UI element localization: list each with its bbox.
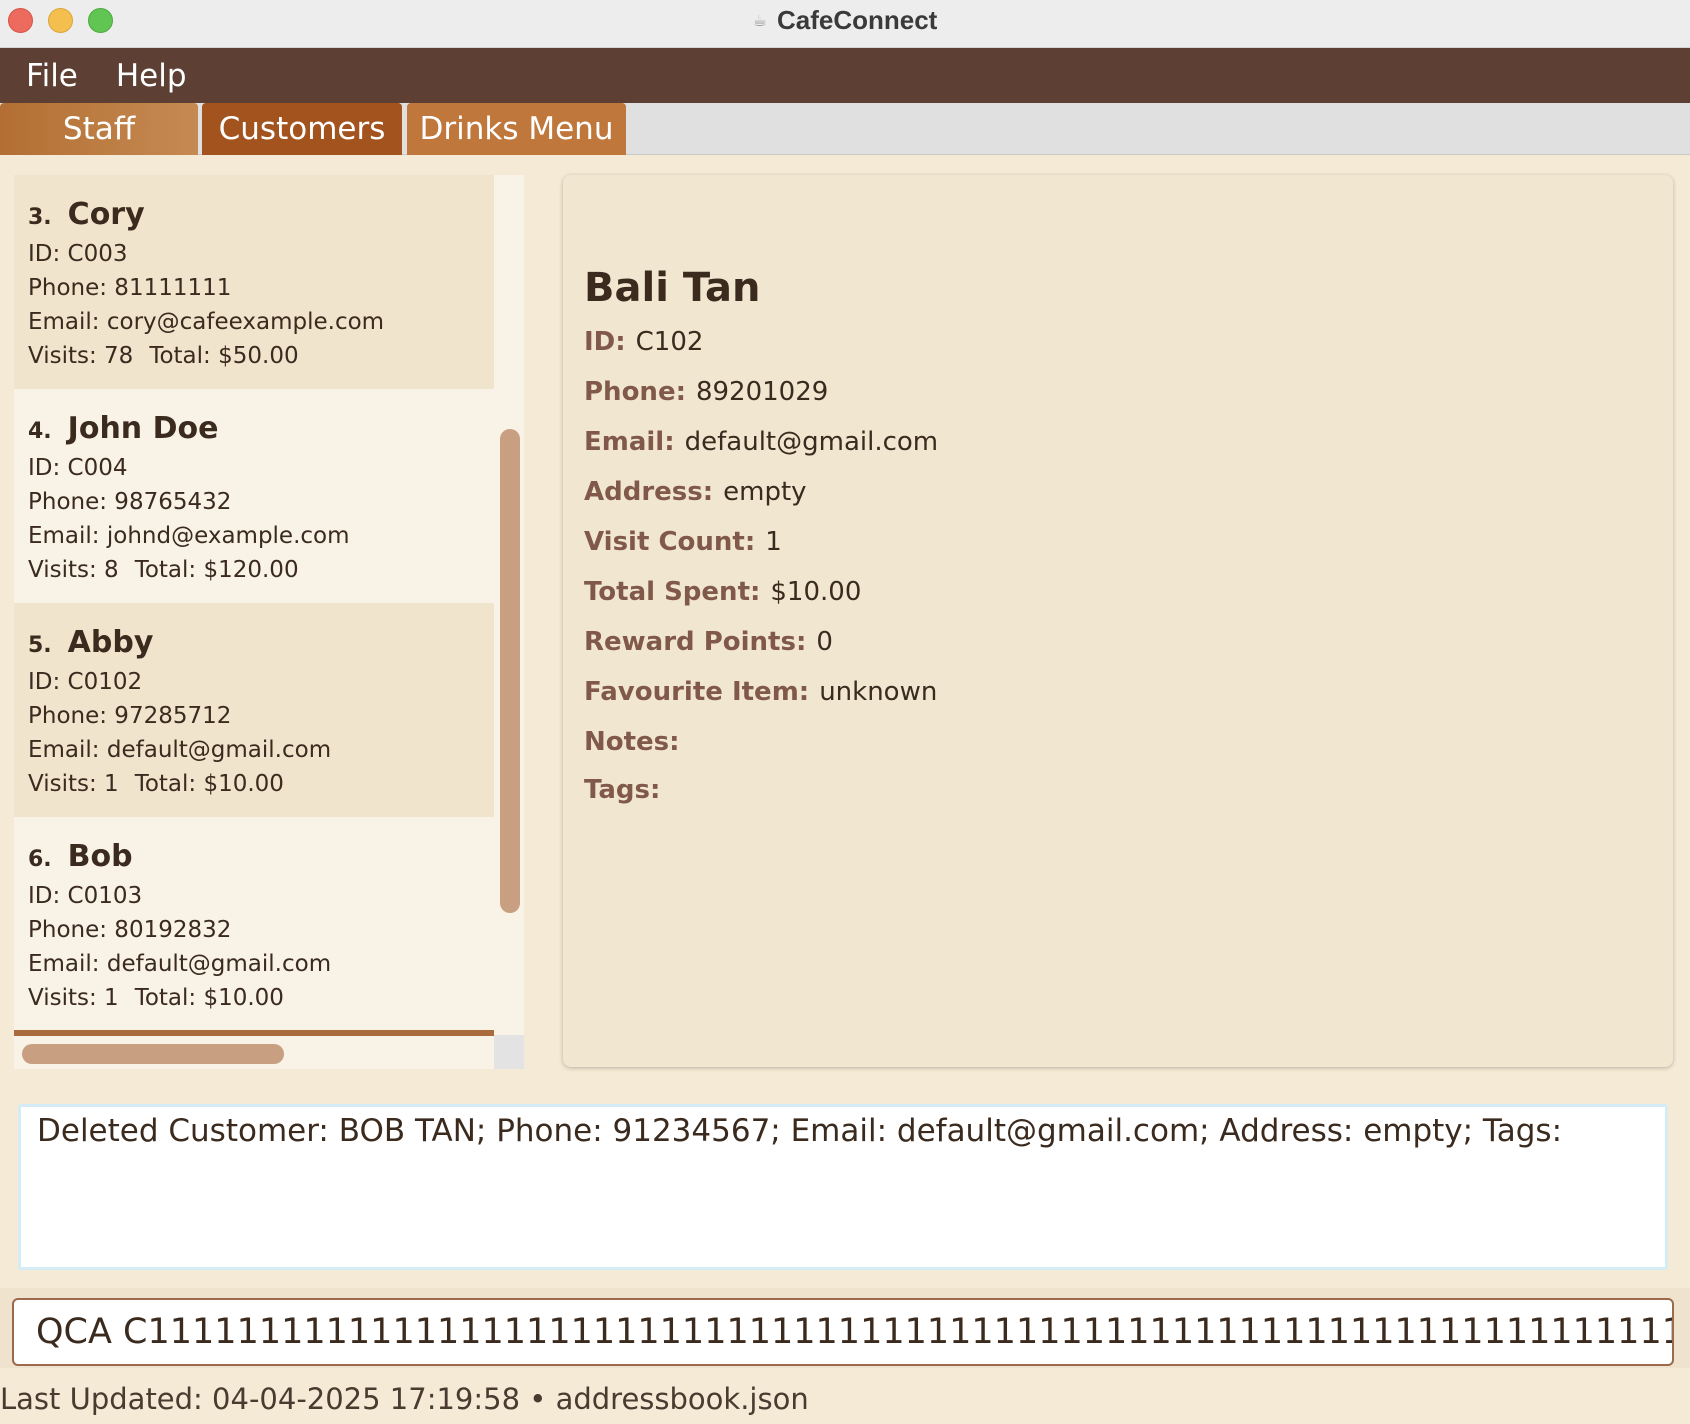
menu-file[interactable]: File [0,58,91,94]
customer-email: Email: cory@cafeexample.com [28,309,385,335]
status-bar: Last Updated: 04-04-2025 17:19:58 • addr… [0,1382,809,1416]
customer-email: Email: johnd@example.com [28,523,350,549]
scrollbar-corner [494,1035,524,1069]
detail-total-spent-row: Total Spent: $10.00 [584,577,861,607]
customer-total: Total: $10.00 [134,985,284,1011]
customer-id: ID: C0103 [28,883,143,909]
detail-address-row: Address: empty [584,477,807,507]
detail-label: ID: [584,327,626,357]
detail-value: 0 [816,627,833,657]
customer-name: Abby [67,625,154,660]
detail-notes-row: Notes: [584,727,690,757]
customer-list[interactable]: 3. Cory ID: C003 Phone: 81111111 Email: … [14,175,524,1069]
coffee-cup-icon: ☕ [752,10,767,30]
horizontal-scrollbar-thumb[interactable] [22,1044,284,1064]
detail-customer-name: Bali Tan [584,265,761,311]
detail-label: Address: [584,477,714,507]
detail-label: Reward Points: [584,627,807,657]
customer-id: ID: C004 [28,455,128,481]
customer-card[interactable]: 6. Bob ID: C0103 Phone: 80192832 Email: … [14,817,494,1031]
detail-reward-points-row: Reward Points: 0 [584,627,833,657]
customer-total: Total: $50.00 [149,343,299,369]
customer-email: Email: default@gmail.com [28,737,332,763]
customer-card[interactable]: 3. Cory ID: C003 Phone: 81111111 Email: … [14,175,494,389]
command-input[interactable]: QCA C11111111111111111111111111111111111… [12,1298,1674,1366]
tab-customers[interactable]: Customers [202,103,402,155]
detail-visit-count-row: Visit Count: 1 [584,527,782,557]
detail-value: empty [723,477,807,507]
detail-id-row: ID: C102 [584,327,703,357]
customer-phone: Phone: 80192832 [28,917,232,943]
customer-total: Total: $10.00 [134,771,284,797]
detail-label: Visit Count: [584,527,756,557]
detail-tags-row: Tags: [584,775,670,805]
detail-phone-row: Phone: 89201029 [584,377,828,407]
detail-value: unknown [819,677,938,707]
customer-visits: Visits: 8 [28,557,119,583]
customer-total: Total: $120.00 [134,557,299,583]
customer-visits: Visits: 1 [28,771,119,797]
customer-phone: Phone: 97285712 [28,703,232,729]
menu-bar: File Help [0,48,1690,103]
menu-help[interactable]: Help [91,58,200,94]
customer-name: Bob [67,839,133,874]
tab-bar: Staff Customers Drinks Menu [0,103,1690,155]
detail-label: Email: [584,427,675,457]
vertical-scrollbar-thumb[interactable] [500,429,520,913]
result-display[interactable]: Deleted Customer: BOB TAN; Phone: 912345… [18,1104,1668,1270]
detail-value: default@gmail.com [684,427,939,457]
detail-label: Favourite Item: [584,677,810,707]
customer-name: Cory [67,197,145,232]
customer-name: John Doe [67,411,219,446]
detail-favourite-item-row: Favourite Item: unknown [584,677,937,707]
detail-label: Tags: [584,775,661,805]
detail-value: 89201029 [695,377,829,407]
card-index: 5. [28,633,52,658]
customer-visits: Visits: 1 [28,985,119,1011]
detail-value: 1 [765,527,782,557]
customer-phone: Phone: 81111111 [28,275,232,301]
customer-card[interactable]: 5. Abby ID: C0102 Phone: 97285712 Email:… [14,603,494,817]
card-index: 3. [28,205,52,230]
customer-detail-panel: Bali Tan ID: C102 Phone: 89201029 Email: de… [563,175,1673,1067]
result-message: Deleted Customer: BOB TAN; Phone: 912345… [37,1113,1563,1149]
customer-phone: Phone: 98765432 [28,489,232,515]
customer-visits: Visits: 78 [28,343,134,369]
customer-id: ID: C0102 [28,669,143,695]
detail-label: Total Spent: [584,577,761,607]
tab-staff[interactable]: Staff [0,103,198,155]
card-index: 4. [28,419,52,444]
tab-drinks-menu[interactable]: Drinks Menu [407,103,626,155]
detail-value: C102 [635,327,704,357]
customer-email: Email: default@gmail.com [28,951,332,977]
detail-value: $10.00 [770,577,862,607]
detail-label: Notes: [584,727,680,757]
title-bar: ☕ CafeConnect [0,0,1690,48]
detail-email-row: Email: default@gmail.com [584,427,938,457]
window-title: CafeConnect [776,4,938,35]
customer-id: ID: C003 [28,241,128,267]
customer-card[interactable]: 4. John Doe ID: C004 Phone: 98765432 Ema… [14,389,494,603]
card-index: 6. [28,847,52,872]
detail-label: Phone: [584,377,686,407]
